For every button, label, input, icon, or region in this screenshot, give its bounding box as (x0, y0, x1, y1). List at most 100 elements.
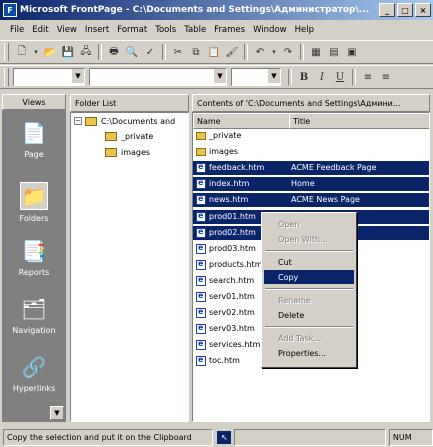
context-menu-item[interactable]: Properties... (264, 346, 354, 360)
file-row[interactable]: _private (193, 129, 429, 143)
copy-icon[interactable]: ⧉ (188, 44, 204, 60)
redo-icon[interactable]: ↷ (280, 44, 296, 60)
toolbar-grip[interactable] (4, 68, 9, 86)
view-label: Page (24, 150, 44, 159)
file-name: prod01.htm (209, 211, 256, 221)
toolbar-grip[interactable] (4, 43, 9, 61)
tree-root[interactable]: − C:\Documents and (74, 115, 175, 127)
menu-table[interactable]: Table (180, 25, 210, 35)
menu-separator (265, 326, 353, 328)
menu-help[interactable]: Help (291, 25, 318, 35)
collapse-icon[interactable]: − (74, 117, 82, 125)
tree-item-private[interactable]: _private (105, 130, 153, 142)
print-icon[interactable]: 🖶 (106, 44, 122, 60)
context-menu-item[interactable]: Copy (264, 270, 354, 284)
chevron-down-icon: ▼ (72, 69, 84, 83)
publish-icon[interactable]: 🖧 (78, 44, 94, 60)
align-center-icon[interactable]: ≡ (378, 69, 394, 85)
file-name: prod03.htm (209, 243, 256, 253)
html-file-icon (196, 323, 206, 335)
menu-insert[interactable]: Insert (81, 25, 113, 35)
format-painter-icon[interactable]: 🖌 (224, 44, 240, 60)
html-file-icon (196, 194, 206, 206)
font-dropdown[interactable]: ▼ (89, 68, 227, 86)
file-row[interactable]: images (193, 145, 429, 159)
menu-separator (265, 250, 353, 252)
save-icon[interactable]: 💾 (60, 44, 76, 60)
minimize-button[interactable]: _ (379, 3, 395, 17)
file-row[interactable]: index.htm Home (193, 177, 429, 192)
folder-icon (105, 131, 117, 141)
file-row[interactable]: news.htm ACME News Page (193, 193, 429, 208)
menu-separator (265, 288, 353, 290)
align-left-icon[interactable]: ≡ (360, 69, 376, 85)
connection-icon: ↖ (217, 430, 232, 444)
menu-format[interactable]: Format (113, 25, 151, 35)
style-dropdown[interactable]: ▼ (13, 68, 85, 86)
num-lock-indicator: NUM (388, 428, 433, 446)
bold-button[interactable]: B (296, 69, 312, 85)
window-title: Microsoft FrontPage - C:\Documents and S… (20, 5, 370, 15)
view-navigation[interactable]: 🗂 Navigation (2, 290, 66, 346)
file-name: toc.htm (209, 356, 240, 366)
html-file-icon (196, 162, 206, 174)
toolbar-separator (98, 44, 102, 60)
file-name: images (209, 147, 239, 157)
paste-icon[interactable]: 📋 (206, 44, 222, 60)
context-menu-item[interactable]: Delete (264, 308, 354, 322)
view-page[interactable]: 📄 Page (2, 114, 66, 170)
scroll-down-icon[interactable]: ▼ (50, 406, 64, 420)
views-bar: Views 📄 Page 📁 Folders 📑 Reports 🗂 Navig… (2, 94, 66, 422)
menu-frames[interactable]: Frames (210, 25, 249, 35)
view-hyperlinks[interactable]: 🔗 Hyperlinks (2, 348, 66, 404)
file-name: search.htm (209, 275, 255, 285)
view-reports[interactable]: 📑 Reports (2, 232, 66, 288)
tree-root-label: C:\Documents and (101, 116, 176, 126)
toolbar-separator (288, 69, 292, 85)
menu-view[interactable]: View (53, 25, 81, 35)
cut-icon[interactable]: ✂ (170, 44, 186, 60)
menu-file[interactable]: File (6, 25, 28, 35)
insert-table-icon[interactable]: ▤ (326, 44, 342, 60)
web-component-icon[interactable]: ▦ (308, 44, 324, 60)
status-panel (234, 428, 386, 446)
web-folder-icon (85, 116, 97, 126)
context-menu-item: Open (278, 219, 300, 229)
status-text: Copy the selection and put it on the Cli… (3, 428, 214, 446)
maximize-button[interactable]: □ (397, 3, 413, 17)
folder-tree: − C:\Documents and _private images (70, 112, 189, 422)
font-size-dropdown[interactable]: ▼ (231, 68, 281, 86)
html-file-icon (196, 243, 206, 254)
context-menu-item[interactable]: Cut (264, 255, 354, 269)
underline-button[interactable]: U (332, 69, 348, 85)
chevron-down-icon[interactable]: ▾ (270, 44, 278, 60)
menu-edit[interactable]: Edit (28, 25, 52, 35)
tree-item-label: images (121, 147, 151, 157)
undo-icon[interactable]: ↶ (252, 44, 268, 60)
column-title[interactable]: Title (289, 113, 429, 129)
close-button[interactable]: × (415, 3, 431, 17)
tree-item-label: _private (121, 131, 154, 141)
open-icon[interactable]: 📂 (42, 44, 58, 60)
insert-picture-icon[interactable]: ▣ (344, 44, 360, 60)
html-file-icon (196, 259, 206, 270)
file-name: news.htm (209, 195, 249, 205)
file-row[interactable]: feedback.htm ACME Feedback Page (193, 161, 429, 176)
menu-window[interactable]: Window (249, 25, 291, 35)
file-name: products.htm (209, 259, 263, 269)
chevron-down-icon[interactable]: ▾ (32, 44, 40, 60)
chevron-down-icon: ▼ (214, 69, 226, 83)
preview-icon[interactable]: 🔍 (124, 44, 140, 60)
view-label: Hyperlinks (12, 384, 56, 393)
italic-button[interactable]: I (314, 69, 330, 85)
frontpage-app-icon[interactable]: F (3, 3, 17, 17)
html-file-icon (196, 178, 206, 190)
tree-item-images[interactable]: images (105, 146, 150, 158)
column-name[interactable]: Name (193, 113, 294, 129)
new-page-icon[interactable]: 🗋 (14, 44, 30, 60)
menu-tools[interactable]: Tools (151, 25, 180, 35)
spelling-icon[interactable]: ✓ (142, 44, 158, 60)
file-name: prod02.htm (209, 227, 256, 237)
view-folders[interactable]: 📁 Folders (2, 176, 66, 232)
page-icon: 📄 (21, 121, 47, 145)
